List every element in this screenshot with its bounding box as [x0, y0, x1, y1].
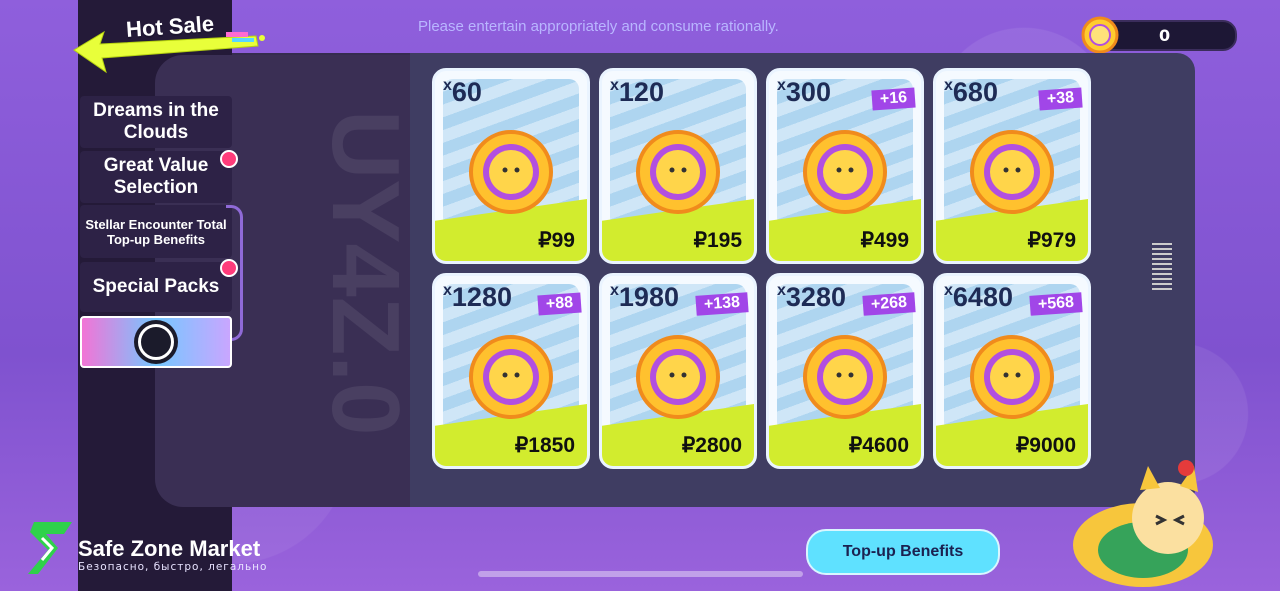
- barcode-decor: [1152, 240, 1172, 290]
- pack-card[interactable]: x120 ₽195: [599, 68, 757, 264]
- balance-value: 0: [1159, 26, 1171, 45]
- coin-stack-icon: [636, 129, 720, 214]
- quantity-prefix: x: [610, 77, 619, 94]
- pack-price: ₽195: [693, 229, 742, 252]
- coin-stack-icon: [636, 334, 720, 419]
- sidebar-item-great-value[interactable]: Great Value Selection: [80, 151, 232, 203]
- coin-stack-icon: [803, 129, 887, 214]
- pack-card[interactable]: x300 +16 ₽499: [766, 68, 924, 264]
- bonus-badge: +138: [695, 292, 749, 316]
- quantity-prefix: x: [443, 282, 452, 299]
- sidebar-item-dreams[interactable]: Dreams in the Clouds: [80, 96, 232, 148]
- pack-price: ₽99: [538, 229, 575, 252]
- quantity-value: 60: [451, 77, 482, 107]
- pack-card[interactable]: x1280 +88 ₽1850: [432, 273, 590, 469]
- quantity-value: 120: [618, 77, 664, 107]
- brand-name: Safe Zone Market: [78, 536, 261, 561]
- pack-quantity: x1280: [443, 282, 512, 313]
- quantity-value: 1980: [618, 282, 679, 312]
- brand-tagline: Безопасно, быстро, легально: [78, 561, 268, 573]
- pack-price: ₽2800: [681, 434, 742, 457]
- pack-card[interactable]: x6480 +568 ₽9000: [933, 273, 1091, 469]
- sidebar-item-banner[interactable]: [80, 316, 232, 368]
- pack-quantity: x120: [610, 77, 664, 108]
- quantity-prefix: x: [944, 77, 953, 94]
- banner-badge-icon: [138, 324, 174, 360]
- pack-price: ₽979: [1027, 229, 1076, 252]
- pack-card[interactable]: x3280 +268 ₽4600: [766, 273, 924, 469]
- sidebar-item-label: Great Value Selection: [103, 155, 209, 198]
- pack-quantity: x60: [443, 77, 482, 108]
- mascot-icon: [1073, 460, 1213, 587]
- pack-price: ₽9000: [1015, 434, 1076, 457]
- pack-price: ₽499: [860, 229, 909, 252]
- coin-stack-icon: [803, 334, 887, 419]
- pack-card[interactable]: x60 ₽99: [432, 68, 590, 264]
- quantity-value: 3280: [785, 282, 846, 312]
- decor-stripe-icon: [226, 32, 265, 42]
- notification-dot: [220, 259, 238, 277]
- bonus-badge: +268: [862, 292, 916, 316]
- coin-stack-icon: [970, 334, 1054, 419]
- sidebar-item-special-packs[interactable]: Special Packs: [80, 262, 232, 312]
- coin-icon: [1081, 16, 1119, 54]
- pack-price: ₽1850: [514, 434, 575, 457]
- pack-card[interactable]: x1980 +138 ₽2800: [599, 273, 757, 469]
- bonus-badge: +568: [1029, 292, 1083, 316]
- quantity-prefix: x: [777, 77, 786, 94]
- watermark-text: UY4Z.0: [312, 110, 419, 436]
- notice-text: Please entertain appropriately and consu…: [418, 18, 779, 35]
- quantity-prefix: x: [443, 77, 452, 94]
- bonus-badge: +88: [537, 292, 582, 316]
- pack-card[interactable]: x680 +38 ₽979: [933, 68, 1091, 264]
- quantity-prefix: x: [610, 282, 619, 299]
- currency-balance[interactable]: 0: [1081, 16, 1237, 54]
- sidebar-item-label: Stellar Encounter Total Top-up Benefits: [85, 216, 227, 247]
- coin-stack-icon: [970, 129, 1054, 214]
- pack-quantity: x6480: [944, 282, 1013, 313]
- sidebar-item-label: Dreams in the Clouds: [93, 100, 219, 143]
- brand-logo-icon: [28, 522, 72, 574]
- scrollbar[interactable]: [478, 571, 803, 577]
- quantity-value: 300: [785, 77, 831, 107]
- quantity-value: 680: [952, 77, 998, 107]
- quantity-value: 1280: [451, 282, 512, 312]
- sidebar-item-stellar[interactable]: Stellar Encounter Total Top-up Benefits: [80, 205, 232, 258]
- quantity-value: 6480: [952, 282, 1013, 312]
- pack-price: ₽4600: [848, 434, 909, 457]
- pack-quantity: x680: [944, 77, 998, 108]
- coin-stack-icon: [469, 129, 553, 214]
- top-up-benefits-button[interactable]: Top-up Benefits: [806, 529, 1000, 575]
- pack-quantity: x3280: [777, 282, 846, 313]
- quantity-prefix: x: [777, 282, 786, 299]
- coin-stack-icon: [469, 334, 553, 419]
- bonus-badge: +38: [1038, 87, 1083, 111]
- sidebar-item-label: Special Packs: [92, 276, 220, 297]
- notification-dot: [220, 150, 238, 168]
- pack-quantity: x1980: [610, 282, 679, 313]
- quantity-prefix: x: [944, 282, 953, 299]
- bonus-badge: +16: [871, 87, 916, 111]
- pack-quantity: x300: [777, 77, 831, 108]
